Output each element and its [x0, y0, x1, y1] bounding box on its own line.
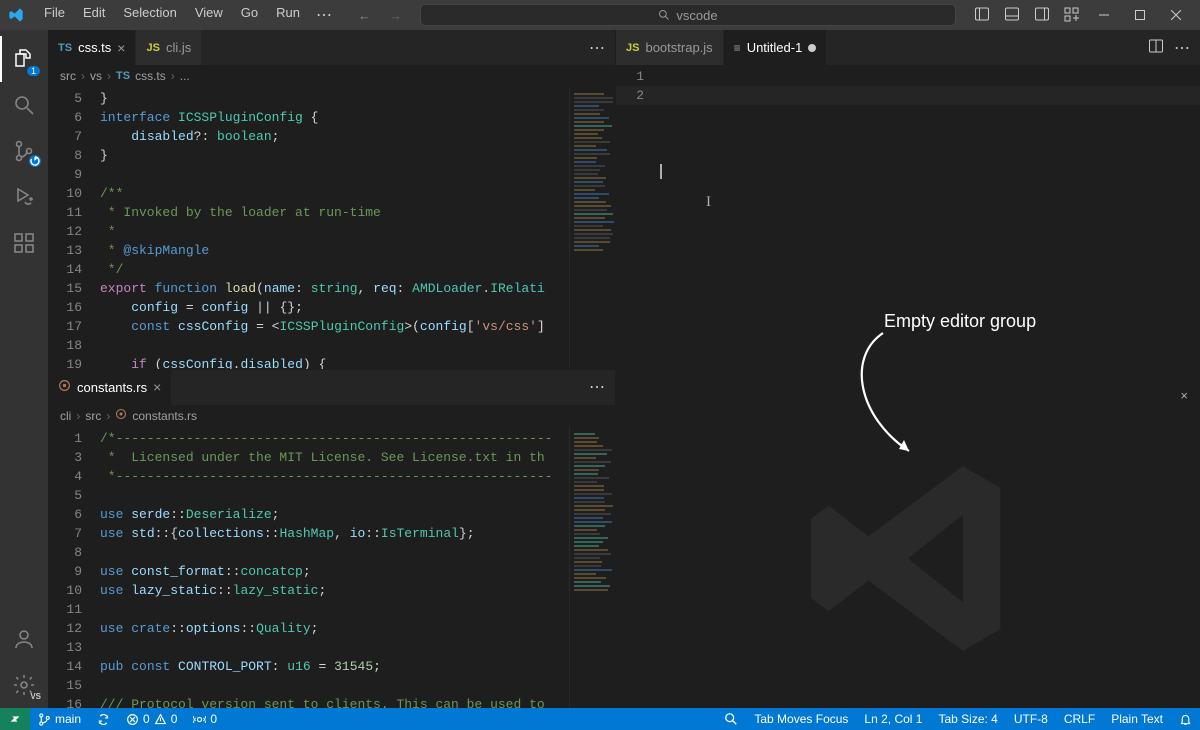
tab-css-ts[interactable]: TS css.ts × [48, 30, 136, 65]
titlebar: File Edit Selection View Go Run ⋯ ← → vs… [0, 0, 1200, 30]
tab-bootstrap-js[interactable]: JS bootstrap.js [616, 30, 724, 65]
workbench: TS css.ts × JS cli.js ⋯ src› vs› TS css.… [48, 30, 1200, 708]
menu-run[interactable]: Run [268, 1, 308, 29]
js-file-icon: JS [626, 42, 639, 54]
remote-indicator[interactable] [0, 708, 30, 730]
menubar: File Edit Selection View Go Run ⋯ [36, 1, 338, 29]
activitybar: 1 VS [0, 30, 48, 708]
status-ports[interactable]: 0 [185, 708, 225, 730]
explorer-badge: 1 [27, 66, 40, 76]
activity-extensions[interactable] [0, 220, 48, 266]
activity-scm[interactable] [0, 128, 48, 174]
tabs-group-3: JS bootstrap.js ≡ Untitled-1 ⋯ [616, 30, 1200, 65]
statusbar: main 0 0 0 Tab Moves Focus Ln 2, Col 1 T… [0, 708, 1200, 730]
tabs-group-1: TS css.ts × JS cli.js ⋯ [48, 30, 615, 65]
editor-constants-rs[interactable]: 1345678910111213141516 /*---------------… [48, 427, 615, 709]
command-center[interactable]: vscode [420, 4, 956, 26]
menu-edit[interactable]: Edit [75, 1, 113, 29]
left-column: TS css.ts × JS cli.js ⋯ src› vs› TS css.… [48, 30, 616, 708]
code-area[interactable]: } interface ICSSPluginConfig { disabled?… [100, 87, 569, 369]
tabs-group-2: constants.rs × ⋯ [48, 370, 615, 405]
maximize-button[interactable] [1122, 0, 1158, 30]
close-icon[interactable]: × [153, 379, 161, 395]
layout-panel-right-icon[interactable] [1034, 6, 1050, 25]
tab-label: css.ts [78, 40, 111, 55]
annotation-label: Empty editor group [884, 311, 1036, 332]
activity-settings[interactable]: VS [0, 662, 48, 708]
line-gutter: 1345678910111213141516 [48, 427, 100, 709]
split-editor-icon[interactable] [1148, 38, 1164, 57]
status-notifications-icon[interactable] [1171, 708, 1200, 730]
ts-file-icon: TS [58, 42, 72, 54]
window-controls [1086, 0, 1194, 30]
menu-view[interactable]: View [187, 1, 231, 29]
status-branch[interactable]: main [30, 708, 89, 730]
close-button[interactable] [1158, 0, 1194, 30]
settings-vs-badge: VS [30, 692, 41, 701]
text-file-icon: ≡ [734, 41, 741, 55]
tab-cli-js[interactable]: JS cli.js [136, 30, 202, 65]
empty-editor-group[interactable]: × Empty editor group [616, 379, 1200, 708]
minimap[interactable] [569, 427, 615, 709]
line-gutter: 567891011121314151617181920 [48, 87, 100, 369]
status-language[interactable]: Plain Text [1103, 708, 1171, 730]
nav-arrows: ← → [358, 8, 402, 23]
status-cursor-pos[interactable]: Ln 2, Col 1 [856, 708, 930, 730]
layout-panel-bottom-icon[interactable] [1004, 6, 1020, 25]
minimap[interactable] [569, 87, 615, 369]
tab-label: constants.rs [77, 380, 147, 395]
activity-search[interactable] [0, 82, 48, 128]
breadcrumb-2[interactable]: cli› src› constants.rs [48, 405, 615, 427]
close-icon[interactable]: × [1180, 388, 1188, 403]
more-actions-icon[interactable]: ⋯ [589, 38, 605, 58]
minimize-button[interactable] [1086, 0, 1122, 30]
rust-file-icon [115, 408, 127, 423]
nav-forward[interactable]: → [389, 8, 402, 23]
more-actions-icon[interactable]: ⋯ [589, 377, 605, 397]
menu-go[interactable]: Go [233, 1, 266, 29]
close-icon[interactable]: × [117, 40, 125, 56]
right-column: JS bootstrap.js ≡ Untitled-1 ⋯ 12 [616, 30, 1200, 708]
search-placeholder: vscode [676, 8, 717, 23]
nav-back[interactable]: ← [358, 8, 371, 23]
tab-label: bootstrap.js [645, 40, 712, 55]
tab-untitled-1[interactable]: ≡ Untitled-1 [724, 30, 828, 65]
activity-accounts[interactable] [0, 616, 48, 662]
vscode-watermark-icon [798, 448, 1018, 671]
menu-selection[interactable]: Selection [115, 1, 184, 29]
code-area[interactable]: /*--------------------------------------… [100, 427, 569, 709]
status-tab-moves-focus[interactable]: Tab Moves Focus [746, 708, 856, 730]
js-file-icon: JS [146, 42, 159, 54]
tab-label: cli.js [166, 40, 191, 55]
text-cursor-icon: I [706, 194, 711, 211]
layout-panel-left-icon[interactable] [974, 6, 990, 25]
tab-label: Untitled-1 [747, 40, 803, 55]
menu-file[interactable]: File [36, 1, 73, 29]
status-zoom-icon[interactable] [716, 708, 746, 730]
tab-constants-rs[interactable]: constants.rs × [48, 370, 172, 405]
menu-overflow[interactable]: ⋯ [310, 1, 338, 29]
activity-explorer[interactable]: 1 [0, 36, 48, 82]
rust-file-icon [58, 379, 71, 395]
layout-customize-icon[interactable] [1064, 6, 1080, 25]
editor-css-ts[interactable]: 567891011121314151617181920 } interface … [48, 87, 615, 369]
ts-file-icon: TS [116, 70, 130, 82]
line-gutter: 12 [616, 65, 658, 379]
status-tab-size[interactable]: Tab Size: 4 [930, 708, 1005, 730]
layout-controls [974, 6, 1080, 25]
status-sync[interactable] [89, 708, 118, 730]
app-logo [6, 5, 26, 25]
more-actions-icon[interactable]: ⋯ [1174, 38, 1190, 58]
status-problems[interactable]: 0 0 [118, 708, 185, 730]
status-encoding[interactable]: UTF-8 [1006, 708, 1056, 730]
status-eol[interactable]: CRLF [1056, 708, 1103, 730]
activity-debug[interactable] [0, 174, 48, 220]
breadcrumb-1[interactable]: src› vs› TS css.ts› ... [48, 65, 615, 87]
dirty-indicator-icon [808, 44, 816, 52]
